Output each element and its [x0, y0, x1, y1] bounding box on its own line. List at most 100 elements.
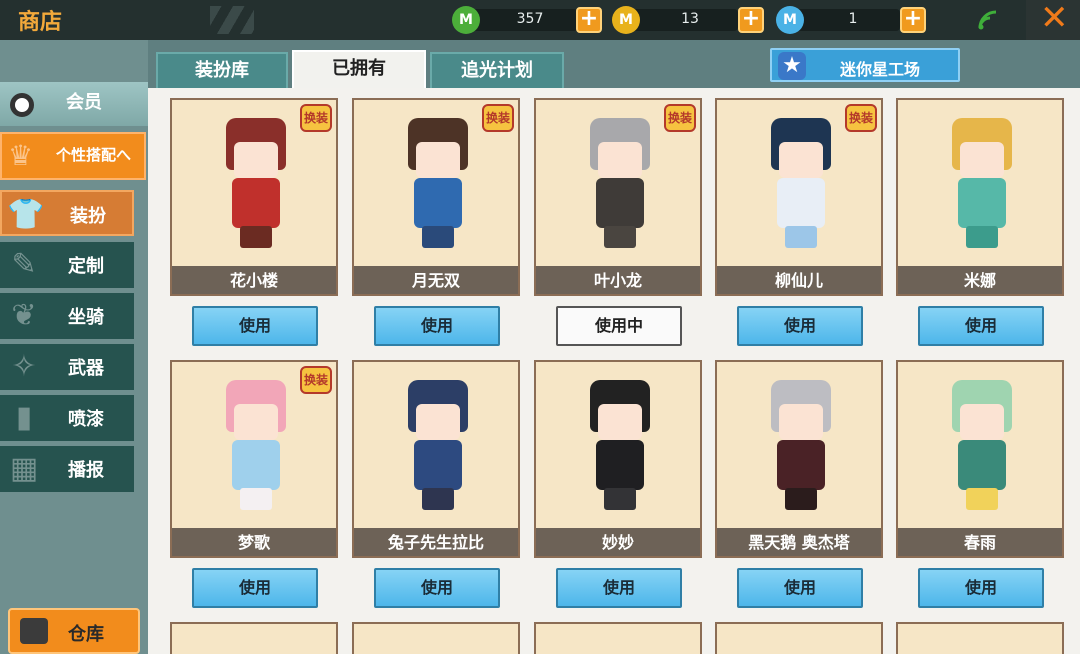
character-figure	[570, 380, 670, 510]
skin-card[interactable]: 换装 叶小龙	[534, 98, 702, 296]
owned-skins-grid: 换装 花小楼 使用 换装 月无双 使用 换装 叶小龙 使用中 换装 柳仙儿 使用 米娜 使用 换装 梦歌 使用兔…	[148, 88, 1080, 654]
skin-name: 柳仙儿	[774, 271, 823, 290]
use-button[interactable]: 使用	[374, 306, 500, 346]
tab-chase-light-plan[interactable]: 追光计划	[430, 52, 564, 88]
dressup-badge-icon: 换装	[482, 104, 514, 132]
sidebar-group-label: 个性搭配へ	[56, 146, 132, 164]
sidebar-item-member[interactable]: 会员	[0, 82, 148, 126]
sidebar-item-spray[interactable]: ▮ 喷漆	[0, 395, 134, 441]
character-figure	[388, 118, 488, 248]
use-button[interactable]: 使用	[737, 568, 863, 608]
sidebar-item-label: 播报	[68, 460, 104, 481]
sidebar-item-weapon[interactable]: ✧ 武器	[0, 344, 134, 390]
chest-icon	[20, 618, 48, 644]
mini-star-workshop-label: 迷你星工场	[840, 60, 921, 79]
blue-coin-icon: M	[776, 6, 804, 34]
use-button[interactable]: 使用	[918, 568, 1044, 608]
skin-name: 兔子先生拉比	[387, 533, 484, 552]
skin-card[interactable]: 换装花小楼	[170, 98, 338, 296]
t-shirt-icon: 👕	[7, 197, 45, 232]
dressup-badge-icon: 换装	[300, 104, 332, 132]
mini-star-workshop-button[interactable]: ★ 迷你星工场	[770, 48, 960, 82]
sidebar-item-mount[interactable]: ❦ 坐骑	[0, 293, 134, 339]
sidebar-item-broadcast[interactable]: ▦ 播报	[0, 446, 134, 492]
close-icon: ✕	[1040, 0, 1069, 38]
character-figure	[388, 380, 488, 510]
green-gem-icon: M	[452, 6, 480, 34]
sidebar-item-label: 武器	[68, 358, 104, 379]
skin-name: 春雨	[963, 533, 996, 552]
green-gem-count: 357	[516, 11, 544, 27]
sidebar-item-label: 定制	[68, 256, 104, 277]
skin-name: 花小楼	[229, 271, 278, 290]
dressup-badge-icon: 换装	[845, 104, 877, 132]
skin-card-partial[interactable]	[896, 622, 1064, 654]
skin-card[interactable]: 换装 月无双	[352, 98, 520, 296]
gold-coin-icon: M	[612, 6, 640, 34]
close-button[interactable]: ✕	[1026, 0, 1080, 40]
sidebar-item-customize[interactable]: ✎ 定制	[0, 242, 134, 288]
blue-coin-count: 1	[848, 11, 858, 27]
sidebar-item-label: 装扮	[70, 206, 106, 227]
skin-card[interactable]: 妙妙	[534, 360, 702, 558]
skin-card-partial[interactable]	[715, 622, 883, 654]
dressup-badge-icon: 换装	[300, 366, 332, 394]
top-bar: 商店 M 357 + M 13 + M 1 + ✕	[0, 0, 1080, 40]
warehouse-button[interactable]: 仓库	[8, 608, 140, 654]
sidebar-item-outfit[interactable]: 👕 装扮	[0, 190, 134, 236]
use-button[interactable]: 使用	[192, 306, 318, 346]
skin-card[interactable]: 黑天鹅 奥杰塔	[715, 360, 883, 558]
character-figure	[206, 118, 306, 248]
add-blue-coins-button[interactable]: +	[900, 7, 926, 33]
sidebar-item-label: 喷漆	[68, 409, 104, 430]
page-title: 商店	[18, 10, 63, 35]
currency-blue-coins: M 1 +	[776, 6, 928, 34]
skin-card-partial[interactable]	[170, 622, 338, 654]
character-figure	[932, 118, 1032, 248]
skin-name: 叶小龙	[593, 271, 642, 290]
skin-card[interactable]: 米娜	[896, 98, 1064, 296]
skin-card[interactable]: 换装梦歌	[170, 360, 338, 558]
use-button[interactable]: 使用	[556, 568, 682, 608]
skin-card[interactable]: 兔子先生拉比	[352, 360, 520, 558]
character-figure	[206, 380, 306, 510]
sidebar-item-label: 坐骑	[68, 307, 104, 328]
character-figure	[570, 118, 670, 248]
use-button[interactable]: 使用	[737, 306, 863, 346]
currency-green-gems: M 357 +	[452, 6, 602, 34]
sidebar-group-personal-style[interactable]: ♛ 个性搭配へ	[0, 132, 146, 180]
use-button[interactable]: 使用	[192, 568, 318, 608]
mount-icon: ❦	[11, 298, 37, 333]
character-figure	[932, 380, 1032, 510]
sidebar-item-label: 会员	[66, 92, 102, 113]
warehouse-label: 仓库	[68, 624, 104, 645]
tools-icon: ✎	[11, 247, 37, 282]
tab-outfit-library[interactable]: 装扮库	[156, 52, 288, 88]
character-figure	[751, 118, 851, 248]
gold-coin-count: 13	[681, 11, 699, 27]
star-icon: ★	[778, 52, 806, 80]
decorative-stripes	[210, 6, 254, 34]
skin-name: 黑天鹅 奥杰塔	[748, 533, 850, 552]
add-green-gems-button[interactable]: +	[576, 7, 602, 33]
skin-card-partial[interactable]	[352, 622, 520, 654]
skin-card-partial[interactable]	[534, 622, 702, 654]
spray-can-icon: ▮	[15, 400, 33, 435]
skin-name: 米娜	[963, 271, 996, 290]
add-gold-coins-button[interactable]: +	[738, 7, 764, 33]
skin-card[interactable]: 春雨	[896, 360, 1064, 558]
character-figure	[751, 380, 851, 510]
member-toggle-icon	[10, 93, 34, 117]
in-use-button[interactable]: 使用中	[556, 306, 682, 346]
skin-card[interactable]: 换装柳仙儿	[715, 98, 883, 296]
tab-owned[interactable]: 已拥有	[292, 50, 426, 88]
gun-icon: ✧	[11, 349, 37, 384]
broadcast-icon: ▦	[9, 451, 39, 486]
use-button[interactable]: 使用	[918, 306, 1044, 346]
use-button[interactable]: 使用	[374, 568, 500, 608]
signal-icon	[978, 10, 997, 30]
skin-name: 梦歌	[237, 533, 270, 552]
trophy-icon: ♛	[8, 139, 34, 172]
skin-name: 妙妙	[601, 533, 634, 552]
sidebar: 会员 ♛ 个性搭配へ 👕 装扮 ✎ 定制 ❦ 坐骑 ✧ 武器 ▮ 喷漆 ▦ 播报	[0, 40, 148, 654]
